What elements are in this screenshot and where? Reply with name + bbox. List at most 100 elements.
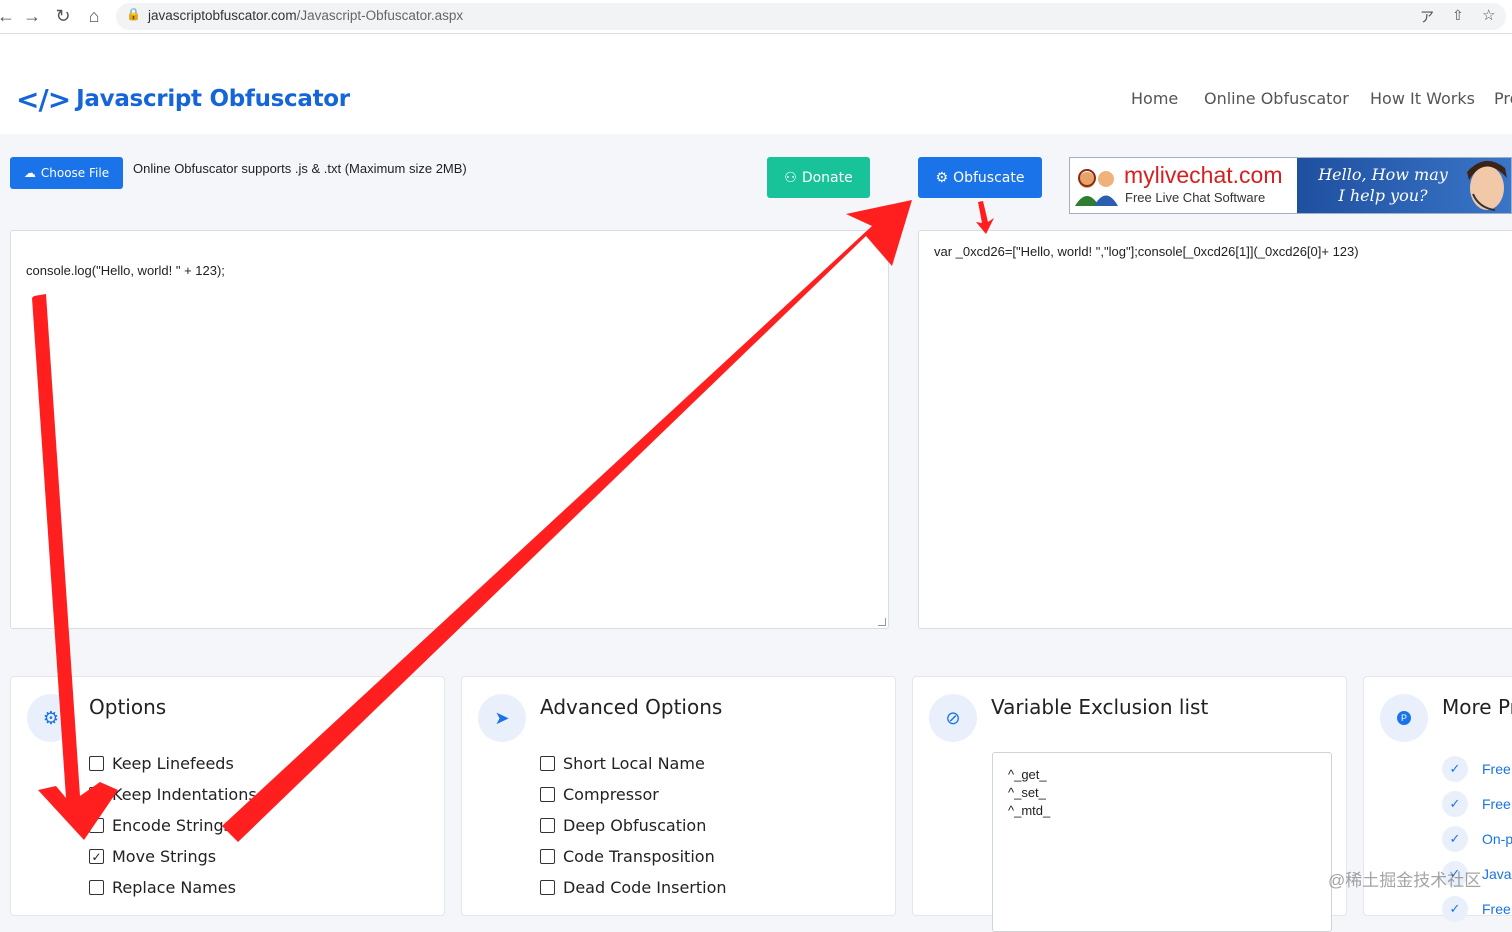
ban-icon: ⊘ [929, 694, 977, 742]
option-move-strings[interactable]: ✓ Move Strings [89, 847, 216, 866]
option-label: Move Strings [112, 847, 217, 866]
choose-file-label: Choose File [40, 166, 110, 180]
option-encode-strings[interactable]: Encode Strings [89, 816, 232, 835]
option-label: Encode Strings [112, 816, 233, 835]
ad-left: mylivechat.com Free Live Chat Software [1070, 158, 1297, 213]
pro-item[interactable]: ✓ Free [1442, 896, 1511, 922]
pro-item-label: Free [1482, 796, 1511, 812]
checkbox[interactable] [540, 880, 555, 895]
pro-item-label: On-p [1482, 831, 1512, 847]
home-icon[interactable]: ⌂ [82, 4, 106, 28]
exclusion-title: Variable Exclusion list [991, 695, 1209, 719]
option-replace-names[interactable]: Replace Names [89, 878, 236, 897]
site-header: </> Javascript Obfuscator Home Online Ob… [0, 34, 1512, 134]
choose-file-button[interactable]: ☁ Choose File [10, 157, 123, 189]
input-code: console.log("Hello, world! " + 123); [26, 263, 225, 278]
option-keep-indentations[interactable]: Keep Indentations [89, 785, 257, 804]
exclusion-list-textarea[interactable]: ^_get_ ^_set_ ^_mtd_ [992, 752, 1332, 932]
obfuscate-label: Obfuscate [953, 169, 1025, 186]
star-icon[interactable]: ☆ [1482, 6, 1495, 24]
support-agent-image [1467, 160, 1507, 211]
gear-icon: ⚙ [935, 169, 949, 186]
nav-home[interactable]: Home [1131, 89, 1178, 108]
option-label: Code Transposition [563, 847, 715, 866]
nav-how-it-works[interactable]: How It Works [1370, 89, 1475, 108]
ad-brand: mylivechat.com [1124, 162, 1283, 188]
option-code-transposition[interactable]: Code Transposition [540, 847, 715, 866]
checkbox[interactable] [540, 756, 555, 771]
nav-pro[interactable]: Pro [1494, 89, 1512, 108]
check-icon: ✓ [1442, 791, 1468, 817]
back-icon[interactable]: ← [0, 4, 18, 28]
logo[interactable]: </> Javascript Obfuscator [16, 82, 350, 116]
ad-banner[interactable]: mylivechat.com Free Live Chat Software H… [1069, 157, 1512, 214]
option-short-local-name[interactable]: Short Local Name [540, 754, 705, 773]
checkbox[interactable] [540, 849, 555, 864]
checkbox[interactable] [540, 787, 555, 802]
donate-button[interactable]: ⚇ Donate [767, 157, 870, 198]
nav-online-obfuscator[interactable]: Online Obfuscator [1204, 89, 1349, 108]
cloud-upload-icon: ☁ [23, 166, 36, 180]
share-icon[interactable]: ⇧ [1452, 7, 1464, 24]
option-keep-linefeeds[interactable]: Keep Linefeeds [89, 754, 234, 773]
browser-toolbar: ← → ↻ ⌂ 🔒 javascriptobfuscator.com/Javas… [0, 0, 1512, 34]
checkbox[interactable] [89, 880, 104, 895]
pro-item-label: Free [1482, 901, 1511, 917]
option-label: Short Local Name [563, 754, 705, 773]
exclusion-line: ^_set_ [1008, 785, 1046, 800]
option-label: Keep Linefeeds [112, 754, 234, 773]
checkbox[interactable] [89, 787, 104, 802]
output-code-editor[interactable]: var _0xcd26=["Hello, world! ","log"];con… [918, 230, 1512, 629]
url-text: javascriptobfuscator.com/Javascript-Obfu… [148, 8, 463, 23]
ad-hello-text: Hello, How may I help you? [1318, 165, 1448, 205]
address-bar[interactable]: 🔒 javascriptobfuscator.com/Javascript-Ob… [116, 3, 1506, 30]
checkbox[interactable] [89, 818, 104, 833]
option-compressor[interactable]: Compressor [540, 785, 659, 804]
gears-icon: ⚙ [27, 694, 75, 742]
option-label: Compressor [563, 785, 659, 804]
hand-coin-icon: ⚇ [784, 169, 797, 186]
resize-handle[interactable] [878, 618, 886, 626]
pro-item[interactable]: ✓ Free [1442, 756, 1511, 782]
support-text: Online Obfuscator supports .js & .txt (M… [133, 161, 467, 176]
pro-item[interactable]: ✓ Free [1442, 791, 1511, 817]
check-icon: ✓ [1442, 896, 1468, 922]
option-label: Deep Obfuscation [563, 816, 707, 835]
forward-icon[interactable]: → [20, 4, 44, 28]
options-card: ⚙ Options Keep Linefeeds Keep Indentatio… [10, 676, 445, 916]
logo-text: Javascript Obfuscator [76, 86, 350, 112]
option-label: Keep Indentations [112, 785, 257, 804]
options-title: Options [89, 695, 167, 719]
input-code-editor[interactable]: console.log("Hello, world! " + 123); [10, 230, 889, 629]
rocket-icon: ➤ [478, 694, 526, 742]
advanced-options-card: ➤ Advanced Options Short Local Name Comp… [461, 676, 896, 916]
code-icon: </> [16, 82, 71, 116]
obfuscate-button[interactable]: ⚙ Obfuscate [918, 157, 1042, 198]
option-deep-obfuscation[interactable]: Deep Obfuscation [540, 816, 706, 835]
translate-icon[interactable]: ア [1420, 7, 1434, 27]
variable-exclusion-card: ⊘ Variable Exclusion list ^_get_ ^_set_ … [912, 676, 1347, 932]
exclusion-line: ^_get_ [1008, 767, 1047, 782]
watermark: @稀土掘金技术社区 [1328, 871, 1482, 890]
chat-people-icon [1075, 169, 1118, 206]
more-pro-title: More Pr [1442, 695, 1512, 719]
pro-item-label: Free [1482, 761, 1511, 777]
pro-badge-icon: P [1380, 694, 1428, 742]
pro-item-label: Java [1482, 866, 1512, 882]
option-label: Replace Names [112, 878, 236, 897]
reload-icon[interactable]: ↻ [51, 4, 75, 28]
lock-icon: 🔒 [126, 7, 141, 21]
output-code: var _0xcd26=["Hello, world! ","log"];con… [934, 244, 1359, 259]
exclusion-line: ^_mtd_ [1008, 803, 1051, 818]
checkbox[interactable] [89, 756, 104, 771]
option-dead-code-insertion[interactable]: Dead Code Insertion [540, 878, 727, 897]
checkbox-checked[interactable]: ✓ [89, 849, 104, 864]
url-path: /Javascript-Obfuscator.aspx [296, 8, 464, 23]
url-domain: javascriptobfuscator.com [148, 8, 297, 23]
check-icon: ✓ [1442, 756, 1468, 782]
donate-label: Donate [801, 169, 853, 186]
ad-subtitle: Free Live Chat Software [1125, 190, 1266, 205]
pro-item[interactable]: ✓ On-p [1442, 826, 1512, 852]
advanced-title: Advanced Options [540, 695, 723, 719]
checkbox[interactable] [540, 818, 555, 833]
